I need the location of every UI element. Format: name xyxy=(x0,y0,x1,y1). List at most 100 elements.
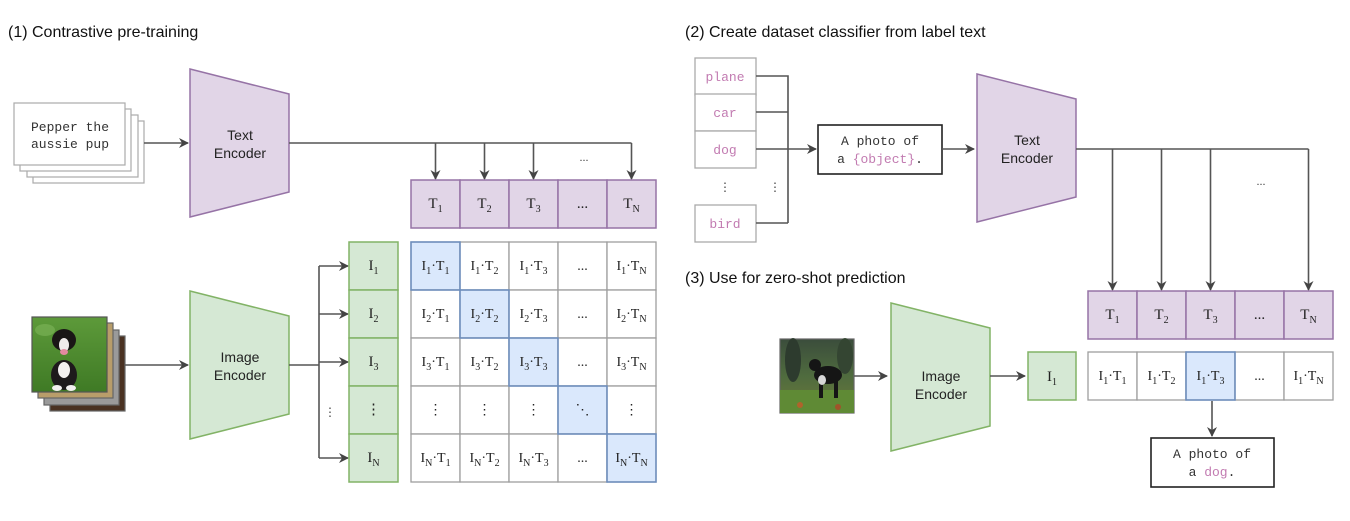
label-connectors xyxy=(756,75,789,224)
dot-op: ·T xyxy=(626,355,640,370)
symbol-base: T xyxy=(428,196,437,212)
image-embedding-column: I1I2I3 ⋮ IN xyxy=(348,241,399,483)
label-ellipsis: ⋮ xyxy=(719,180,731,194)
text-embedding-row: T1 T2 T3... TN xyxy=(410,179,657,229)
similarity-matrix: I1·T1 I1·T2 I1·T3... I1·TN I2·T1 I2·T2 I2·T3..… xyxy=(410,241,657,483)
cell-label: ⋮ xyxy=(429,403,443,418)
text-embedding-2: T2 xyxy=(459,179,510,229)
image-embedding-4: ⋮ xyxy=(348,385,399,435)
symbol-base: T xyxy=(1105,307,1114,323)
i1-sub: 1 xyxy=(1052,377,1057,388)
label-text: car xyxy=(713,106,736,121)
text-embedding-1: T1 xyxy=(410,179,461,229)
dot-op: ·T xyxy=(627,451,641,466)
dot-op: ·T xyxy=(530,451,544,466)
image-embedding-i1: I1 xyxy=(1027,351,1077,401)
score-cell-3: I1·T3 xyxy=(1185,351,1236,401)
symbol-subscript: 1 xyxy=(1115,315,1120,326)
matrix-cell-2-5: I2·TN xyxy=(606,289,657,339)
i-sub: N xyxy=(523,458,530,469)
cell-label: ... xyxy=(577,307,588,322)
prediction-line-1: A photo of xyxy=(1173,447,1251,462)
matrix-cell-4-3: ⋮ xyxy=(508,385,559,435)
cell-label: ... xyxy=(577,451,588,466)
dot-op: ·T xyxy=(626,259,640,274)
matrix-cell-1-2: I1·T2 xyxy=(459,241,510,291)
matrix-cell-4-2: ⋮ xyxy=(459,385,510,435)
dog-photo xyxy=(779,338,855,414)
cell-label: ... xyxy=(577,355,588,370)
matrix-cell-2-3: I2·T3 xyxy=(508,289,559,339)
t-sub: N xyxy=(639,362,646,373)
score-cell-1: I1·T1 xyxy=(1087,351,1138,401)
score-cell-5: I1·TN xyxy=(1283,351,1334,401)
symbol-subscript: 3 xyxy=(1213,315,1218,326)
prompt-template-line-1: A photo of xyxy=(841,134,919,149)
image-encoder-1: Image Encoder xyxy=(189,290,290,440)
dot-op: ·T xyxy=(1108,369,1122,384)
i-sub: N xyxy=(620,458,627,469)
matrix-cell-4-1: ⋮ xyxy=(410,385,461,435)
text-encoder-2-label-2: Encoder xyxy=(1001,150,1053,166)
dot-op: ·T xyxy=(431,307,445,322)
dot-op: ·T xyxy=(1303,369,1317,384)
section-title-pretraining: (1) Contrastive pre-training xyxy=(8,24,198,41)
t-sub: N xyxy=(640,458,647,469)
matrix-cell-3-5: I3·TN xyxy=(606,337,657,387)
dot-op: ·T xyxy=(431,259,445,274)
puppy-photo xyxy=(31,316,108,393)
matrix-cell-3-1: I3·T1 xyxy=(410,337,461,387)
t-sub: 1 xyxy=(1121,376,1126,387)
image-encoder-label-1: Image xyxy=(221,349,260,365)
dot-op: ·T xyxy=(1206,369,1220,384)
symbol-base: T xyxy=(623,196,632,212)
label-connector-ellipsis: ⋮ xyxy=(769,180,781,194)
dot-op: ·T xyxy=(529,355,543,370)
matrix-cell-3-2: I3·T2 xyxy=(459,337,510,387)
text-embedding-row-2: T1 T2 T3... TN xyxy=(1087,290,1334,340)
prompt-template-line-2: a {object}. xyxy=(837,152,923,167)
t-sub: 3 xyxy=(542,314,547,325)
t-sub: N xyxy=(1316,376,1323,387)
matrix-cell-5-4: ... xyxy=(557,433,608,483)
symbol-subscript: N xyxy=(1309,315,1316,326)
label-list: plane car dog bird xyxy=(694,57,757,243)
dot-op: ·T xyxy=(1157,369,1171,384)
label-dog: dog xyxy=(694,130,757,169)
image-embedding-3: I3 xyxy=(348,337,399,387)
t-sub: 1 xyxy=(444,314,449,325)
matrix-cell-1-1: I1·T1 xyxy=(410,241,461,291)
text-embedding-2-2: T2 xyxy=(1136,290,1187,340)
matrix-cell-5-3: IN·T3 xyxy=(508,433,559,483)
symbol-base: T xyxy=(477,196,486,212)
t-sub: 2 xyxy=(1170,376,1175,387)
matrix-cell-5-1: IN·T1 xyxy=(410,433,461,483)
text-embedding-2-5: TN xyxy=(1283,290,1334,340)
text-encoder-label-2: Encoder xyxy=(214,145,266,161)
text-input-line-2: aussie pup xyxy=(31,137,109,152)
image-encoder-2: Image Encoder xyxy=(890,302,991,452)
t-sub: 2 xyxy=(493,362,498,373)
symbol-subscript: 2 xyxy=(1164,315,1169,326)
matrix-cell-4-4: ⋱ xyxy=(557,385,608,435)
prompt-template-box: A photo of a {object}. xyxy=(817,124,943,175)
label-text: dog xyxy=(713,143,736,158)
cell-label: ⋮ xyxy=(625,403,639,418)
t-sub: 3 xyxy=(1219,376,1224,387)
symbol-base: ⋮ xyxy=(366,402,381,418)
symbol-base: ... xyxy=(577,196,588,212)
symbol-subscript: 3 xyxy=(374,362,379,373)
t-sub: 2 xyxy=(493,314,498,325)
matrix-cell-1-4: ... xyxy=(557,241,608,291)
image-encoder-2-label-1: Image xyxy=(922,368,961,384)
matrix-cell-3-4: ... xyxy=(557,337,608,387)
template-prefix: a xyxy=(837,152,853,167)
matrix-cell-4-5: ⋮ xyxy=(606,385,657,435)
symbol-base: T xyxy=(1154,307,1163,323)
score-cell-4: ... xyxy=(1234,351,1285,401)
text-embedding-fanout-2 xyxy=(1076,148,1314,291)
t-sub: N xyxy=(639,314,646,325)
section-title-classifier: (2) Create dataset classifier from label… xyxy=(685,24,986,41)
matrix-cell-2-2: I2·T2 xyxy=(459,289,510,339)
fanout-ellipsis-2: ... xyxy=(1257,174,1266,188)
